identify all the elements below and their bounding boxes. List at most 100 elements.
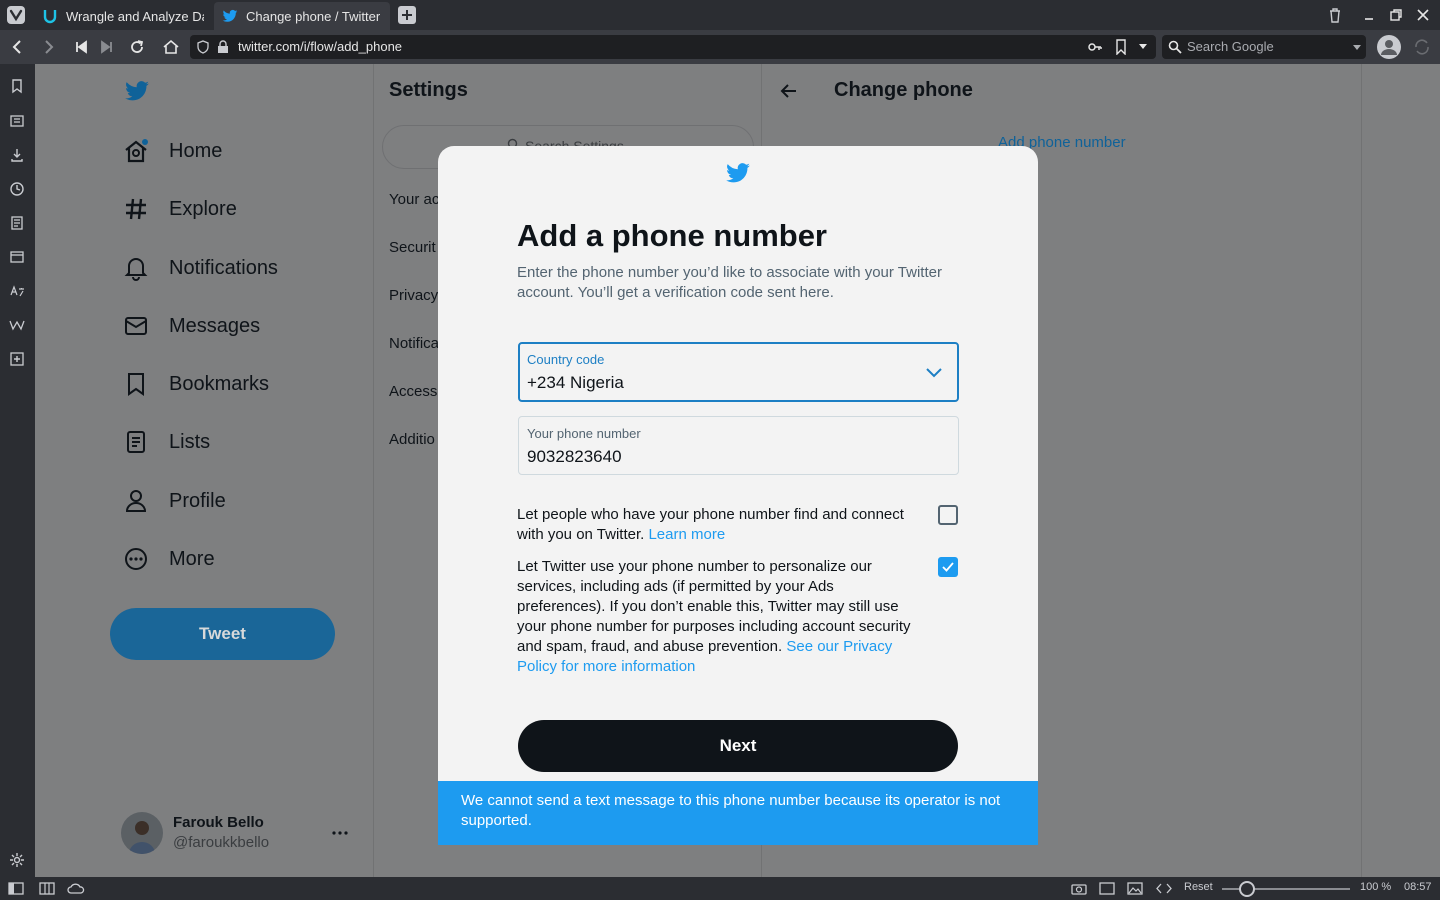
twitter-logo-icon (723, 160, 753, 186)
modal-description: Enter the phone number you’d like to ass… (517, 264, 942, 301)
phone-number-input[interactable]: Your phone number 9032823640 (518, 416, 959, 475)
nav-label: Lists (169, 430, 211, 453)
account-menu-icon[interactable] (331, 824, 349, 842)
page-actions-icon[interactable] (1156, 882, 1172, 895)
settings-item[interactable]: Privacy (389, 287, 438, 304)
settings-item[interactable]: Your ac (389, 191, 439, 208)
next-button[interactable]: Next (518, 720, 958, 772)
nav-label: Notifications (169, 256, 278, 279)
nav-notifications[interactable]: Notifications (123, 255, 278, 281)
settings-item[interactable]: Additio (389, 431, 435, 448)
tab-tiling-icon[interactable] (39, 882, 55, 895)
nav-bookmarks[interactable]: Bookmarks (123, 371, 269, 397)
phone-number-label: Your phone number (527, 426, 641, 441)
bookmark-page-icon[interactable] (1114, 39, 1128, 55)
column-divider (373, 64, 374, 877)
close-window-icon[interactable] (1415, 7, 1431, 23)
rewind-icon[interactable] (72, 38, 90, 56)
settings-item[interactable]: Access (389, 383, 437, 400)
nav-profile[interactable]: Profile (123, 488, 226, 514)
capture-icon[interactable] (1071, 882, 1087, 895)
search-icon (1168, 40, 1182, 54)
discoverability-option-text: Let people who have your phone number fi… (517, 505, 917, 545)
user-name: Farouk Bello (173, 814, 264, 831)
sync-icon[interactable] (1413, 38, 1431, 56)
shield-icon[interactable] (196, 40, 210, 54)
vivaldi-menu-icon[interactable] (7, 6, 25, 24)
restore-icon[interactable] (1388, 7, 1404, 23)
avatar[interactable] (121, 812, 163, 854)
settings-item[interactable]: Securit (389, 239, 436, 256)
country-code-value: +234 Nigeria (527, 373, 624, 392)
browser-tab-active[interactable]: Change phone / Twitter (214, 2, 390, 30)
tweet-button[interactable]: Tweet (110, 608, 335, 660)
discoverability-checkbox[interactable] (938, 505, 958, 525)
url-field[interactable]: twitter.com/i/flow/add_phone (190, 35, 1156, 59)
more-circle-icon (123, 546, 149, 572)
nav-label: Bookmarks (169, 372, 270, 395)
page-tiling-icon[interactable] (1099, 882, 1115, 895)
browser-tab-bar: Wrangle and Analyze Dat Change phone / T… (0, 0, 1440, 30)
learn-more-link[interactable]: Learn more (648, 526, 725, 543)
country-code-label: Country code (527, 352, 605, 367)
nav-label: Home (169, 139, 223, 162)
settings-gear-icon[interactable] (9, 852, 25, 868)
tab-title: Change phone / Twitter (246, 8, 381, 24)
browser-tab[interactable]: Wrangle and Analyze Dat (34, 2, 212, 30)
notes-icon[interactable] (9, 215, 25, 231)
forward-icon[interactable] (40, 38, 58, 56)
images-toggle-icon[interactable] (1127, 882, 1143, 895)
nav-home[interactable]: Home (123, 138, 222, 164)
chevron-down-icon (925, 363, 943, 381)
browser-address-bar: twitter.com/i/flow/add_phone Search Goog… (0, 30, 1440, 64)
back-arrow-icon[interactable] (779, 81, 799, 101)
hashtag-icon (123, 196, 149, 222)
nav-messages[interactable]: Messages (123, 313, 260, 339)
downloads-icon[interactable] (9, 147, 25, 163)
user-profile-icon[interactable] (1377, 35, 1401, 59)
search-dropdown-icon[interactable] (1352, 44, 1362, 51)
person-icon (123, 488, 149, 514)
translate-icon[interactable] (9, 283, 25, 299)
modal-title: Add a phone number (517, 218, 827, 253)
personalization-checkbox[interactable] (938, 557, 958, 577)
lock-icon (217, 40, 229, 54)
add-web-panel-icon[interactable] (9, 351, 25, 367)
zoom-level: 100 % (1360, 881, 1392, 893)
history-icon[interactable] (9, 181, 25, 197)
back-icon[interactable] (8, 38, 26, 56)
column-divider (1361, 64, 1362, 877)
settings-item[interactable]: Notifica (389, 335, 439, 352)
nav-label: Explore (169, 197, 237, 220)
fast-forward-icon[interactable] (98, 38, 116, 56)
nav-more[interactable]: More (123, 546, 215, 572)
tab-title: Wrangle and Analyze Dat (66, 8, 204, 24)
cloud-sync-icon[interactable] (67, 882, 85, 895)
dropdown-arrow-icon[interactable] (1138, 43, 1148, 51)
zoom-slider-handle[interactable] (1239, 881, 1255, 897)
detail-title: Change phone (834, 79, 973, 101)
reading-list-icon[interactable] (9, 113, 25, 129)
minimize-icon[interactable] (1361, 7, 1377, 23)
nav-explore[interactable]: Explore (123, 196, 237, 222)
search-engine-field[interactable]: Search Google (1162, 35, 1366, 59)
new-tab-icon[interactable] (398, 6, 416, 24)
zoom-reset-button[interactable]: Reset (1184, 881, 1213, 893)
key-icon[interactable] (1088, 40, 1102, 54)
wikipedia-icon[interactable] (9, 317, 25, 333)
panel-toggle-icon[interactable] (8, 882, 24, 895)
country-code-select[interactable]: Country code +234 Nigeria (518, 342, 959, 402)
trash-icon[interactable] (1327, 7, 1343, 23)
twitter-logo-icon[interactable] (122, 78, 152, 104)
home-browser-icon[interactable] (162, 38, 180, 56)
reload-icon[interactable] (128, 38, 146, 56)
browser-side-panel (0, 64, 35, 877)
bookmarks-panel-icon[interactable] (9, 78, 25, 94)
window-panel-icon[interactable] (9, 249, 25, 265)
error-toast: We cannot send a text message to this ph… (438, 781, 1038, 845)
nav-lists[interactable]: Lists (123, 429, 210, 455)
search-placeholder: Search Google (1187, 39, 1274, 54)
udacity-favicon-icon (42, 8, 58, 24)
user-handle: @faroukkbello (173, 834, 270, 851)
nav-label: Profile (169, 489, 226, 512)
